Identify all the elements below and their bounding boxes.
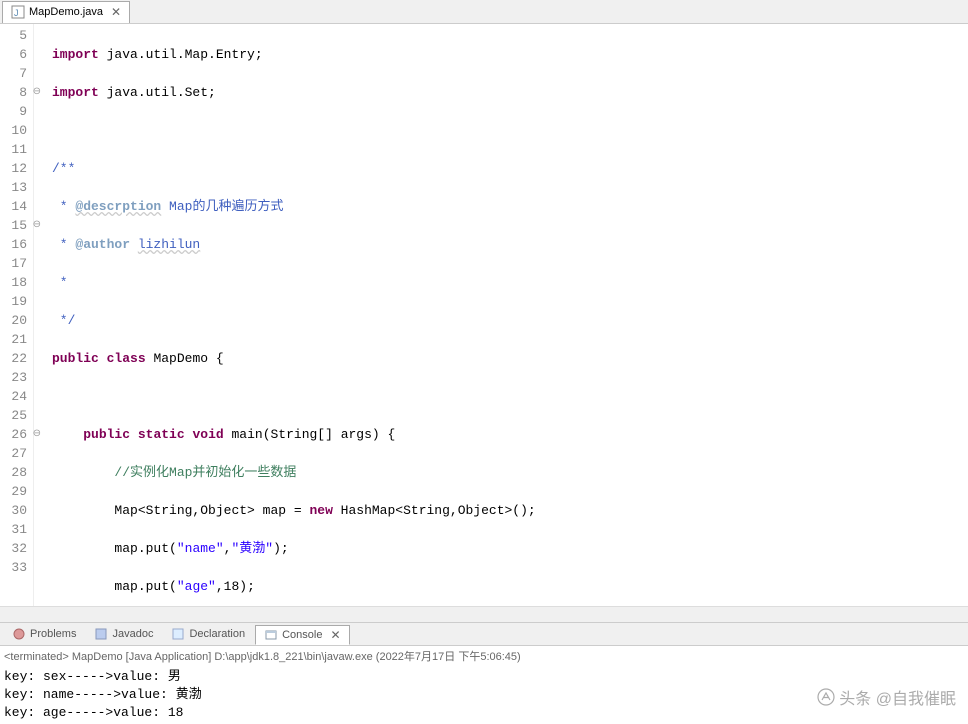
code-editor[interactable]: 5678 9101112 13141516 17181920 21222324 …: [0, 24, 968, 606]
tab-label: MapDemo.java: [29, 6, 103, 18]
tab-javadoc[interactable]: Javadoc: [86, 625, 161, 643]
console-line: key: sex----->value: 男: [4, 668, 964, 686]
line-number-gutter: 5678 9101112 13141516 17181920 21222324 …: [0, 24, 34, 606]
java-file-icon: J: [11, 5, 25, 19]
close-icon[interactable]: ✕: [111, 5, 121, 19]
tab-console[interactable]: Console ✕: [255, 625, 349, 645]
console-process-header: <terminated> MapDemo [Java Application] …: [0, 646, 968, 666]
watermark: 头条 @自我催眠: [817, 685, 956, 709]
javadoc-icon: [94, 627, 108, 641]
console-icon: [264, 628, 278, 642]
tab-problems[interactable]: Problems: [4, 625, 84, 643]
editor-tab-mapdemo[interactable]: J MapDemo.java ✕: [2, 1, 130, 23]
problems-icon: [12, 627, 26, 641]
bottom-panel-tabs: Problems Javadoc Declaration Console ✕: [0, 622, 968, 646]
close-icon[interactable]: ✕: [330, 628, 340, 642]
editor-tab-bar: J MapDemo.java ✕: [0, 0, 968, 24]
svg-text:J: J: [14, 8, 19, 18]
tab-declaration[interactable]: Declaration: [163, 625, 253, 643]
declaration-icon: [171, 627, 185, 641]
watermark-icon: [817, 688, 835, 706]
horizontal-scrollbar[interactable]: [0, 606, 968, 622]
code-text-area[interactable]: import java.util.Map.Entry; import java.…: [34, 24, 968, 606]
